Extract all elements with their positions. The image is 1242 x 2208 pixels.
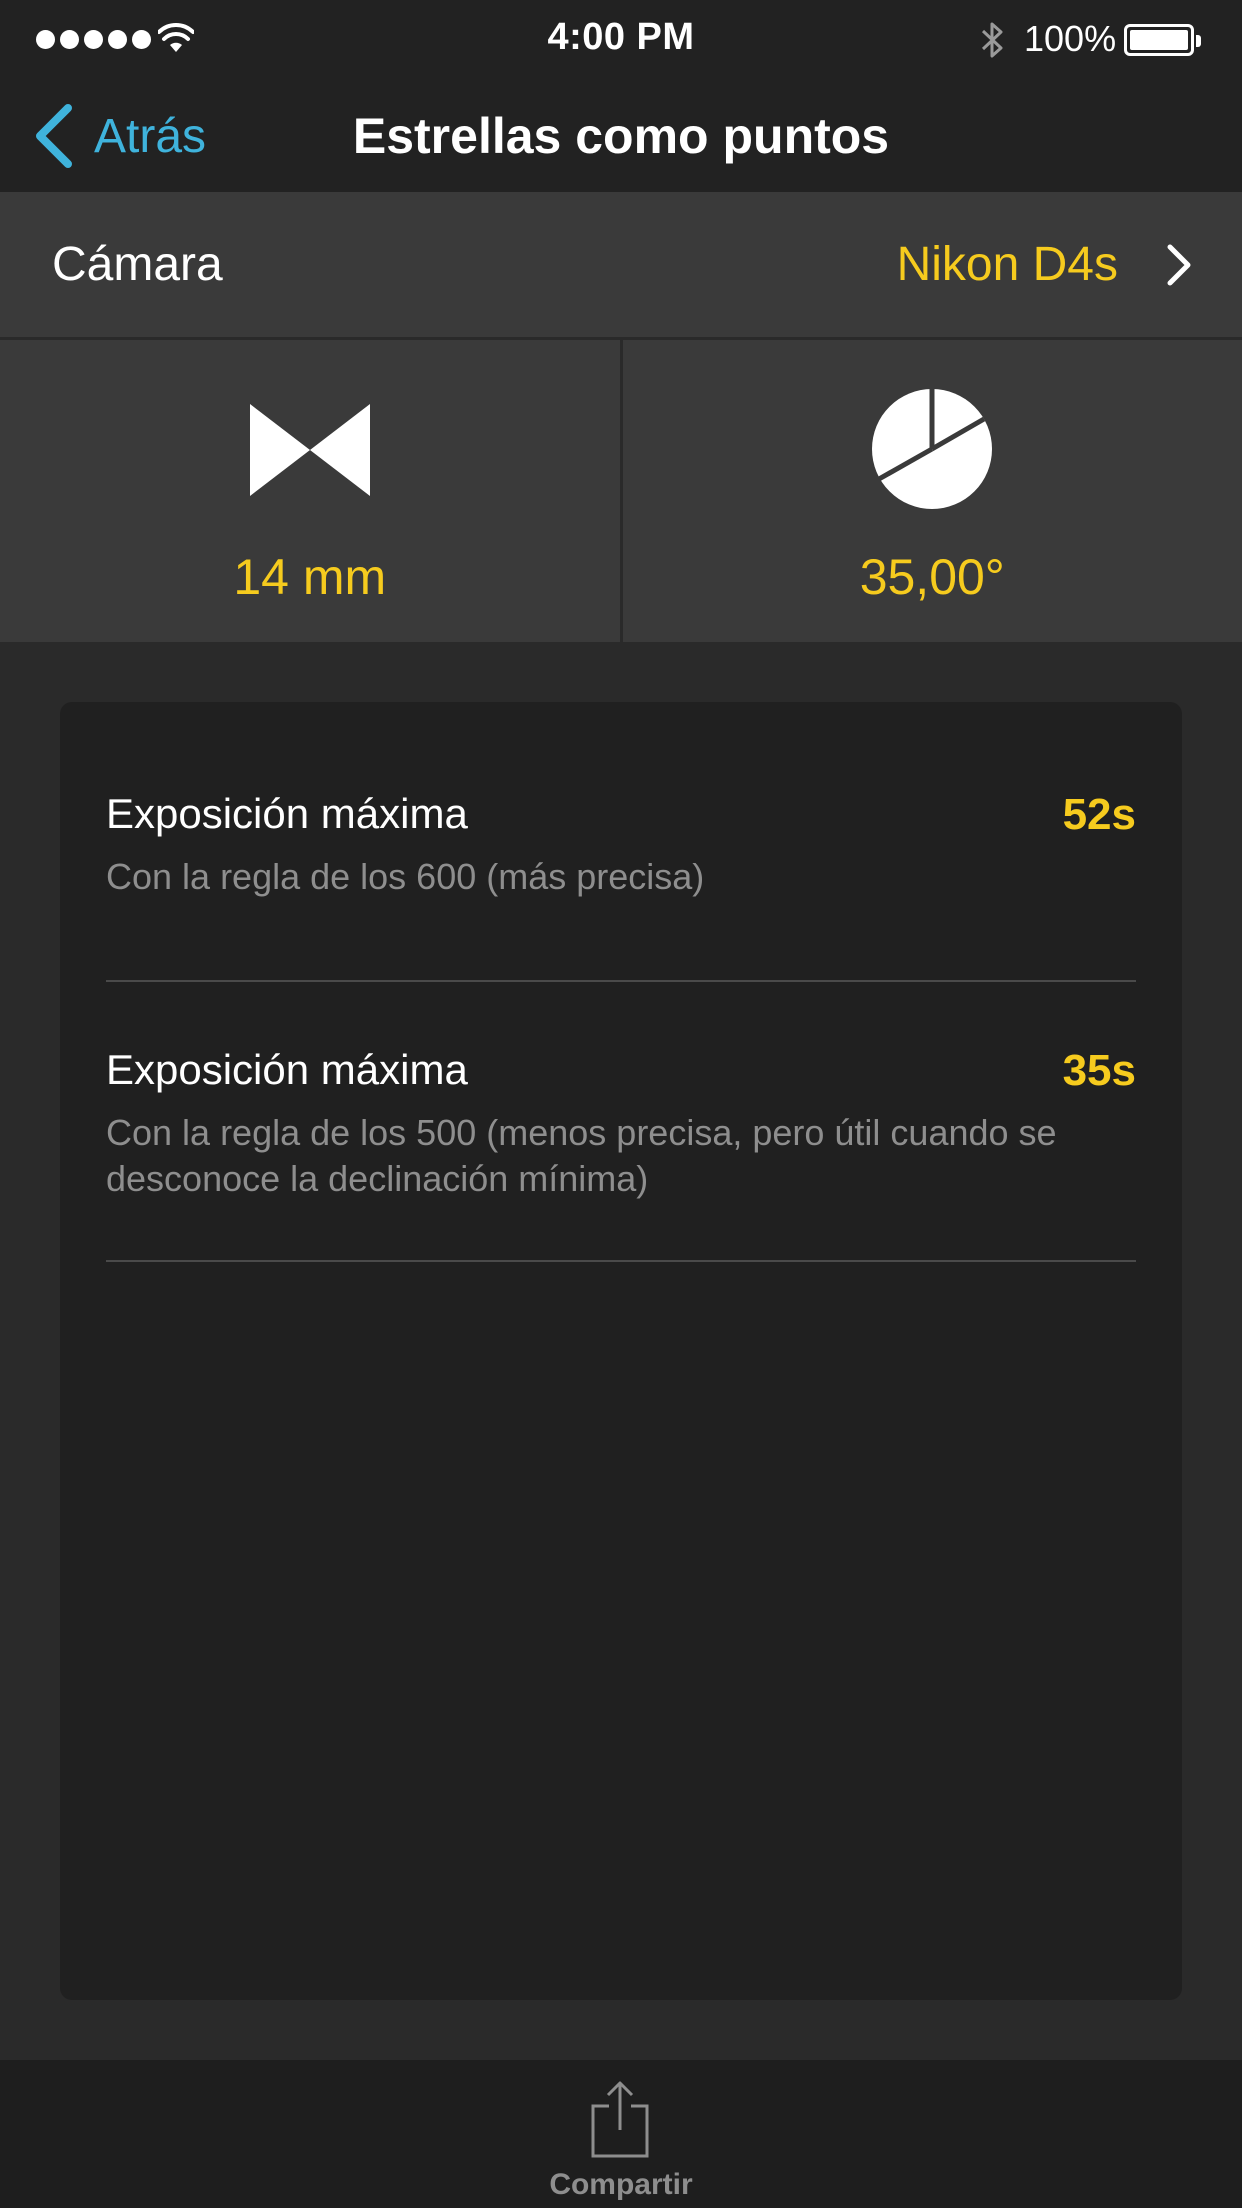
declination-pie-icon — [872, 389, 993, 509]
result-value: 35s — [1062, 1046, 1136, 1095]
parameter-tiles: 14 mm 35,00° — [0, 340, 1242, 642]
results-card: Exposición máxima 52s Con la regla de lo… — [60, 702, 1182, 2000]
navigation-bar: Estrellas como puntos Atrás — [0, 80, 1242, 192]
share-icon — [591, 2081, 649, 2158]
bluetooth-icon — [981, 22, 1003, 58]
share-button[interactable]: Compartir — [521, 2080, 721, 2208]
declination-value: 35,00° — [859, 549, 1005, 605]
focal-length-tile[interactable]: 14 mm — [0, 340, 620, 642]
result-item-500-rule: Exposición máxima 35s Con la regla de lo… — [106, 1046, 1136, 1262]
result-item-600-rule: Exposición máxima 52s Con la regla de lo… — [106, 790, 1136, 982]
back-button[interactable]: Atrás — [32, 80, 206, 192]
battery-percentage: 100% — [1024, 18, 1117, 59]
result-description: Con la regla de los 500 (menos precisa, … — [106, 1112, 1057, 1199]
focal-length-value: 14 mm — [233, 549, 387, 605]
result-title: Exposición máxima — [106, 1046, 468, 1093]
camera-label: Cámara — [52, 238, 223, 291]
chevron-left-icon — [36, 104, 72, 168]
battery-icon — [1124, 24, 1201, 56]
share-label: Compartir — [549, 2168, 693, 2201]
camera-selector-row[interactable]: Cámara Nikon D4s — [0, 192, 1242, 340]
result-value: 52s — [1062, 790, 1136, 839]
camera-value: Nikon D4s — [896, 238, 1118, 291]
result-title: Exposición máxima — [106, 790, 468, 837]
result-description: Con la regla de los 600 (más precisa) — [106, 856, 705, 897]
bottom-toolbar: Compartir — [0, 2060, 1242, 2208]
chevron-right-icon — [1167, 244, 1191, 286]
back-label: Atrás — [94, 109, 207, 163]
declination-tile[interactable]: 35,00° — [622, 340, 1242, 642]
focal-length-icon — [249, 404, 370, 496]
status-bar: 4:00 PM 100% — [0, 0, 1242, 80]
